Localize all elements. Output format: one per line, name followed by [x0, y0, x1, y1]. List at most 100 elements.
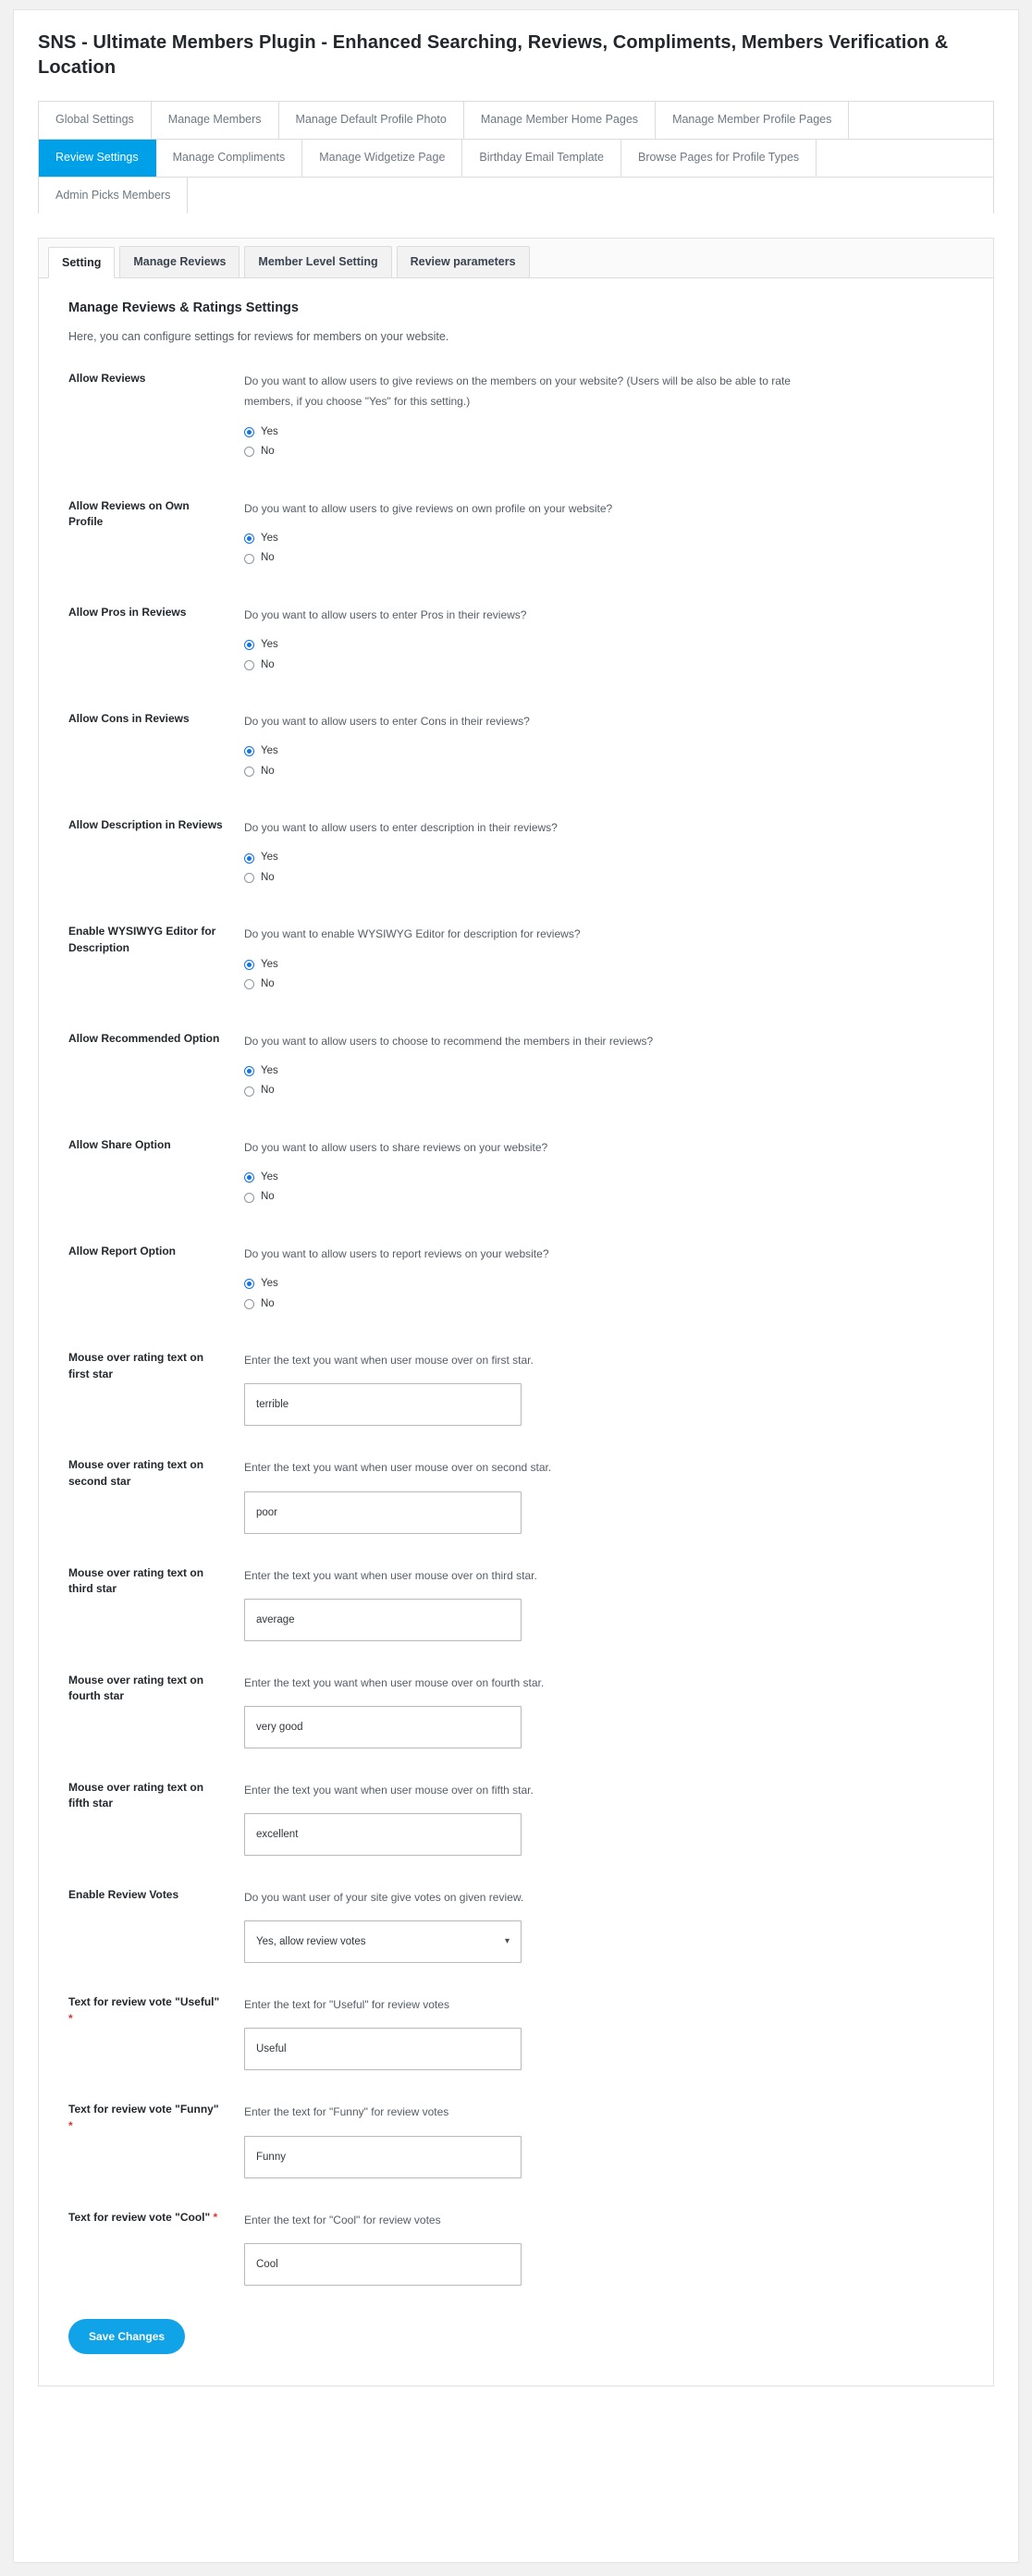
- radio-option-no[interactable]: No: [244, 1086, 971, 1097]
- primary-tab-admin-picks-members[interactable]: Admin Picks Members: [39, 177, 189, 215]
- secondary-tab-setting[interactable]: Setting: [48, 247, 116, 279]
- setting-description: Do you want to allow users to share revi…: [244, 1140, 548, 1154]
- radio-option-yes[interactable]: Yes: [244, 1065, 971, 1077]
- save-changes-button[interactable]: Save Changes: [68, 2318, 186, 2354]
- radio-option-yes[interactable]: Yes: [244, 853, 971, 864]
- select-enable-review-votes[interactable]: Yes, allow review votes ▾: [244, 1920, 522, 1964]
- radio-option-yes[interactable]: Yes: [244, 1171, 971, 1184]
- radio-yes-icon[interactable]: [244, 746, 254, 757]
- setting-row-enable-review-votes: Enable Review Votes Do you want user of y…: [61, 1887, 971, 1994]
- radio-no-icon[interactable]: [244, 447, 254, 458]
- radio-no-icon[interactable]: [244, 553, 254, 564]
- setting-label-text: Enable Review Votes: [68, 1888, 179, 1902]
- setting-field: Do you want user of your site give votes…: [235, 1887, 971, 1964]
- radio-option-no[interactable]: No: [244, 1298, 971, 1310]
- setting-field: Do you want to allow users to enter desc…: [235, 817, 971, 892]
- setting-label: Allow Share Option: [61, 1137, 235, 1153]
- setting-description: Enter the text for "Useful" for review v…: [244, 1998, 449, 2012]
- radio-group-allow-reviews: Yes No: [244, 426, 971, 458]
- radio-group-allow-cons-in-reviews: Yes No: [244, 746, 971, 777]
- setting-field: Do you want to enable WYSIWYG Editor for…: [235, 924, 971, 999]
- radio-yes-icon[interactable]: [244, 640, 254, 651]
- radio-option-yes[interactable]: Yes: [244, 639, 971, 651]
- secondary-tab-member-level-setting[interactable]: Member Level Setting: [244, 246, 392, 278]
- radio-option-no[interactable]: No: [244, 553, 971, 564]
- setting-row-allow-description-in-reviews: Allow Description in Reviews Do you want …: [61, 817, 971, 924]
- text-input-mouse-over-rating-text-on-fifth-star[interactable]: excellent: [244, 1813, 522, 1857]
- primary-tab-manage-member-profile-pages[interactable]: Manage Member Profile Pages: [656, 102, 850, 139]
- setting-row-allow-cons-in-reviews: Allow Cons in Reviews Do you want to allo…: [61, 711, 971, 817]
- radio-option-yes[interactable]: Yes: [244, 746, 971, 757]
- radio-yes-icon[interactable]: [244, 853, 254, 864]
- setting-row-allow-recommended-option: Allow Recommended Option Do you want to a…: [61, 1031, 971, 1137]
- setting-description: Do you want to allow users to enter Pros…: [244, 607, 527, 621]
- radio-yes-icon[interactable]: [244, 1172, 254, 1184]
- primary-tab-manage-member-home-pages[interactable]: Manage Member Home Pages: [463, 102, 657, 139]
- panel-body: Manage Reviews & Ratings Settings Here, …: [39, 278, 993, 2386]
- primary-tab-browse-pages-for-profile-types[interactable]: Browse Pages for Profile Types: [620, 139, 817, 177]
- text-input-text-for-review-vote-funny[interactable]: Funny: [244, 2135, 522, 2178]
- radio-no-icon[interactable]: [244, 766, 254, 777]
- setting-label-text: Allow Pros in Reviews: [68, 605, 187, 619]
- setting-description: Enter the text you want when user mouse …: [244, 1783, 534, 1797]
- text-input-mouse-over-rating-text-on-fourth-star[interactable]: very good: [244, 1705, 522, 1748]
- primary-tab-row-1: Global Settings Manage Members Manage Defa…: [39, 102, 993, 140]
- radio-option-label: No: [261, 765, 275, 777]
- radio-yes-icon[interactable]: [244, 1279, 254, 1290]
- primary-tab-global-settings[interactable]: Global Settings: [39, 102, 152, 139]
- primary-tab-manage-default-profile-photo[interactable]: Manage Default Profile Photo: [278, 102, 464, 139]
- radio-option-no[interactable]: No: [244, 1192, 971, 1203]
- radio-option-yes[interactable]: Yes: [244, 1279, 971, 1290]
- radio-group-allow-report-option: Yes No: [244, 1279, 971, 1309]
- setting-label-text: Text for review vote "Cool": [68, 2210, 211, 2224]
- radio-yes-icon[interactable]: [244, 426, 254, 437]
- setting-field: Do you want to allow users to enter Pros…: [235, 605, 971, 680]
- setting-field: Enter the text you want when user mouse …: [235, 1457, 971, 1534]
- radio-no-icon[interactable]: [244, 1086, 254, 1097]
- secondary-tab-manage-reviews[interactable]: Manage Reviews: [119, 246, 240, 278]
- primary-tab-manage-members[interactable]: Manage Members: [151, 102, 279, 139]
- secondary-tab-review-parameters[interactable]: Review parameters: [396, 246, 530, 278]
- radio-yes-icon[interactable]: [244, 959, 254, 970]
- setting-description: Do you want user of your site give votes…: [244, 1891, 524, 1905]
- setting-field: Do you want to allow users to give revie…: [235, 371, 971, 466]
- radio-option-label: No: [261, 658, 275, 670]
- primary-tab-row-3: Admin Picks Members: [39, 177, 993, 215]
- section-description: Here, you can configure settings for rev…: [68, 330, 449, 344]
- text-input-text-for-review-vote-useful[interactable]: Useful: [244, 2028, 522, 2071]
- radio-no-icon[interactable]: [244, 659, 254, 670]
- setting-field: Enter the text for "Useful" for review v…: [235, 1994, 971, 2071]
- setting-row-allow-pros-in-reviews: Allow Pros in Reviews Do you want to allo…: [61, 605, 971, 711]
- text-input-mouse-over-rating-text-on-first-star[interactable]: terrible: [244, 1383, 522, 1427]
- radio-option-yes[interactable]: Yes: [244, 959, 971, 971]
- radio-no-icon[interactable]: [244, 1192, 254, 1203]
- setting-row-allow-reviews-on-own-profile: Allow Reviews on Own Profile Do you want …: [61, 498, 971, 605]
- radio-option-no[interactable]: No: [244, 979, 971, 990]
- primary-tab-manage-compliments[interactable]: Manage Compliments: [155, 139, 303, 177]
- radio-option-yes[interactable]: Yes: [244, 426, 971, 438]
- primary-tab-review-settings[interactable]: Review Settings: [39, 139, 156, 177]
- radio-yes-icon[interactable]: [244, 1066, 254, 1076]
- radio-option-yes[interactable]: Yes: [244, 533, 971, 545]
- text-input-text-for-review-vote-cool[interactable]: Cool: [244, 2242, 522, 2286]
- radio-no-icon[interactable]: [244, 1298, 254, 1309]
- radio-option-no[interactable]: No: [244, 658, 971, 671]
- primary-tab-birthday-email-template[interactable]: Birthday Email Template: [462, 139, 621, 177]
- setting-label: Enable Review Votes: [61, 1887, 235, 1903]
- radio-no-icon[interactable]: [244, 979, 254, 990]
- setting-description: Enter the text you want when user mouse …: [244, 1568, 537, 1582]
- radio-option-no[interactable]: No: [244, 765, 971, 778]
- radio-option-label: Yes: [261, 1171, 278, 1183]
- radio-no-icon[interactable]: [244, 873, 254, 884]
- setting-field: Enter the text for "Cool" for review vot…: [235, 2210, 971, 2286]
- setting-field: Do you want to allow users to share revi…: [235, 1137, 971, 1212]
- radio-option-no[interactable]: No: [244, 872, 971, 884]
- radio-yes-icon[interactable]: [244, 534, 254, 545]
- secondary-tab-nav: Setting Manage Reviews Member Level Settin…: [39, 239, 993, 279]
- text-input-mouse-over-rating-text-on-third-star[interactable]: average: [244, 1598, 522, 1641]
- setting-field: Enter the text you want when user mouse …: [235, 1565, 971, 1641]
- text-input-mouse-over-rating-text-on-second-star[interactable]: poor: [244, 1490, 522, 1534]
- radio-group-enable-wysiwyg-editor-for-description: Yes No: [244, 959, 971, 990]
- primary-tab-manage-widgetize-page[interactable]: Manage Widgetize Page: [302, 139, 463, 177]
- radio-option-no[interactable]: No: [244, 447, 971, 458]
